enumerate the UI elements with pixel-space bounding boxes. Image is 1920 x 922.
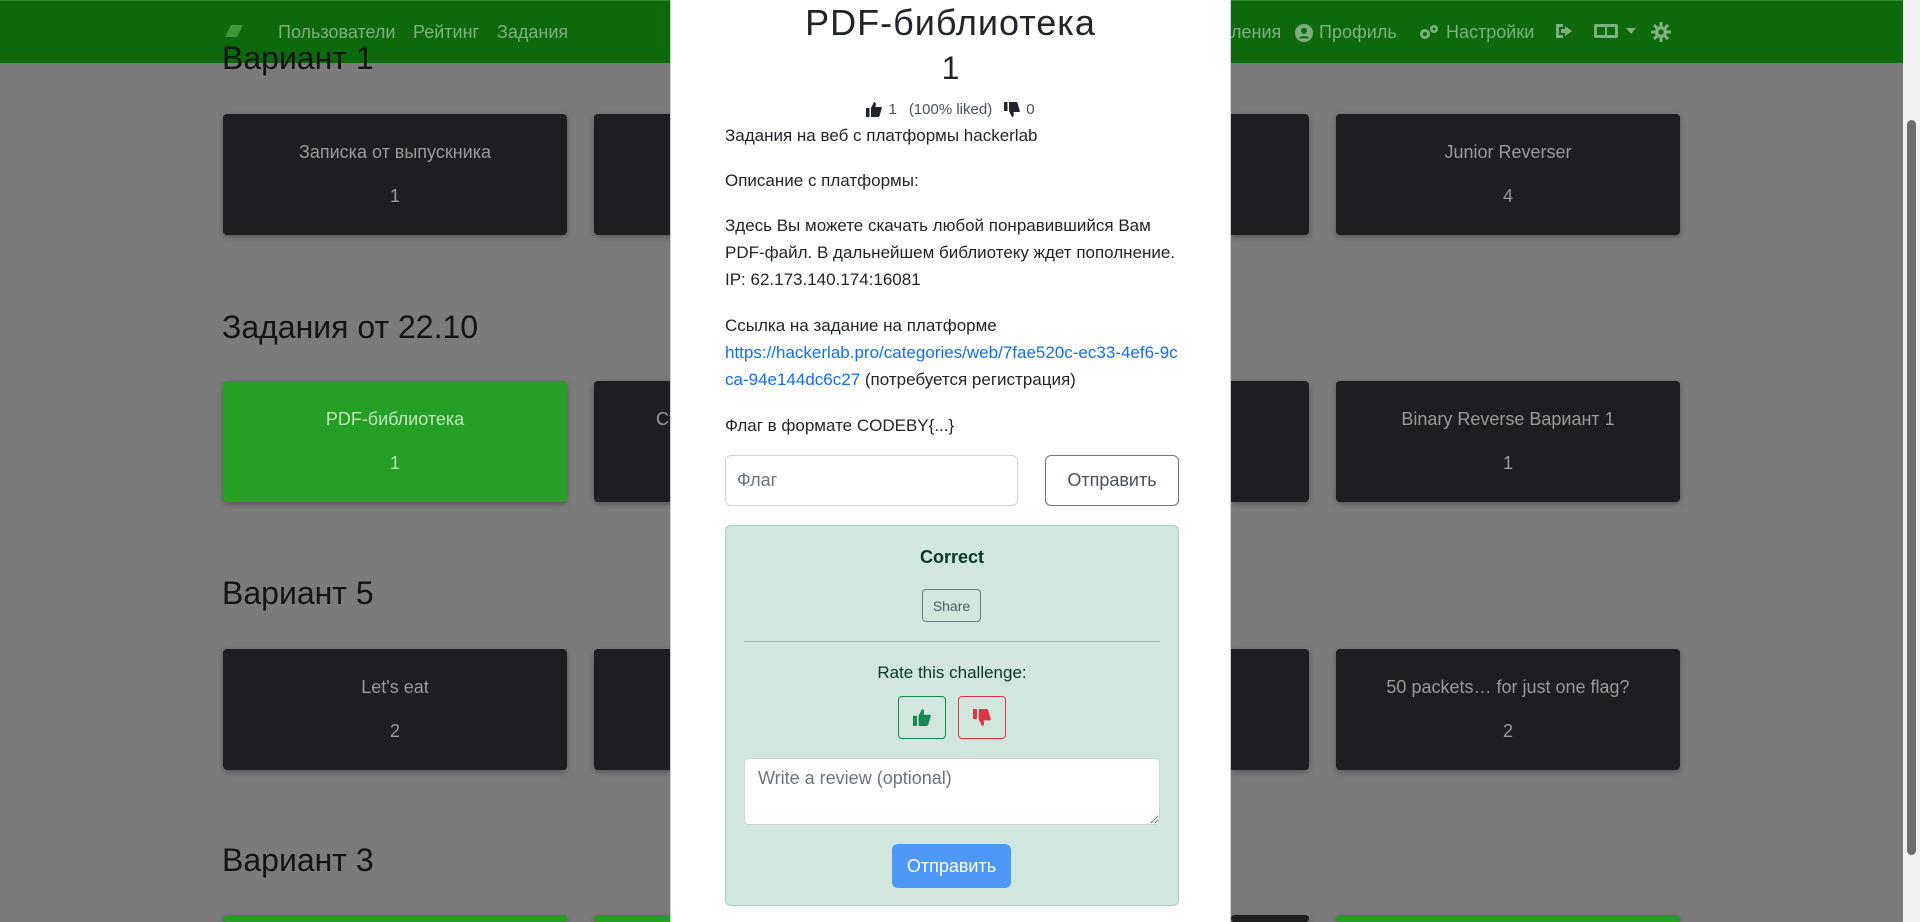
likes-count: 1 — [888, 101, 897, 118]
theme-toggle[interactable] — [1651, 22, 1671, 42]
logout-icon — [1556, 24, 1572, 38]
card-points: 2 — [389, 721, 400, 741]
user-circle-icon — [1295, 23, 1313, 42]
challenge-card[interactable]: Binary Reverse Вариант 1 1 — [1336, 381, 1680, 502]
section-title: Вариант 5 — [222, 575, 374, 611]
like-button[interactable] — [898, 696, 946, 739]
nav-link-profile[interactable]: Профиль — [1295, 22, 1397, 43]
share-button[interactable]: Share — [922, 589, 981, 622]
result-panel: Correct Share Rate this challenge: Отпра… — [725, 525, 1179, 906]
logout-button[interactable] — [1554, 22, 1574, 40]
card-title: Let's eat — [361, 677, 429, 697]
card-points: 1 — [1502, 453, 1513, 473]
rating-summary: 1 (100% liked) 0 — [671, 101, 1230, 118]
challenge-points: 1 — [941, 50, 960, 86]
send-review-button[interactable]: Отправить — [892, 844, 1011, 888]
card-points: 4 — [1502, 186, 1513, 206]
platform-link-block: Ссылка на задание на платформе https://ha… — [725, 312, 1185, 393]
link-note: (потребуется регистрация) — [860, 370, 1076, 389]
thumbs-down-icon — [973, 709, 991, 726]
divider — [744, 641, 1160, 642]
nav-link-rating[interactable]: Рейтинг — [413, 22, 479, 43]
liked-percent: (100% liked) — [908, 101, 993, 118]
dislikes-count: 0 — [1026, 101, 1035, 118]
rate-label: Rate this challenge: — [877, 663, 1027, 682]
brand-logo-icon[interactable] — [223, 23, 245, 41]
result-status: Correct — [919, 547, 985, 567]
challenge-modal: PDF-библиотека 1 1 (100% liked) 0 Задани… — [670, 0, 1231, 922]
challenge-card[interactable] — [1231, 915, 1309, 922]
caret-down-icon — [1626, 28, 1636, 34]
challenge-title: PDF-библиотека — [805, 2, 1096, 43]
section-title: Задания от 22.10 — [222, 309, 479, 345]
card-title: PDF-библиотека — [325, 409, 465, 429]
card-title: Binary Reverse Вариант 1 — [1401, 409, 1615, 429]
review-textarea[interactable] — [744, 758, 1160, 825]
challenge-description: Здесь Вы можете скачать любой понравивши… — [725, 216, 1176, 289]
card-title: 50 packets… for just one flag? — [1386, 677, 1630, 697]
language-icon — [1594, 24, 1618, 38]
submit-flag-button[interactable]: Отправить — [1045, 455, 1179, 506]
nav-link-tasks[interactable]: Задания — [497, 22, 568, 43]
thumbs-up-icon — [866, 102, 883, 117]
thumbs-down-icon — [1004, 102, 1021, 117]
flag-input[interactable] — [725, 455, 1018, 506]
dislike-button[interactable] — [958, 696, 1006, 739]
challenge-card[interactable]: Junior Reverser 4 — [1336, 114, 1680, 235]
card-title: Junior Reverser — [1444, 142, 1572, 162]
scrollbar-thumb[interactable] — [1907, 120, 1916, 855]
card-points: 1 — [389, 186, 400, 206]
card-points: 2 — [1502, 721, 1513, 741]
challenge-card[interactable]: 50 packets… for just one flag? 2 — [1336, 649, 1680, 770]
link-label: Ссылка на задание на платформе — [725, 316, 997, 335]
gear-icon — [1651, 22, 1671, 42]
flag-format-hint: Флаг в формате CODEBY{...} — [725, 416, 955, 435]
nav-profile-label: Профиль — [1319, 22, 1397, 42]
challenge-card[interactable] — [1231, 381, 1309, 502]
challenge-card[interactable]: Записка от выпускника 1 — [223, 114, 567, 235]
thumbs-up-icon — [913, 709, 931, 726]
card-points: 1 — [389, 453, 400, 473]
card-title: Записка от выпускника — [298, 142, 492, 162]
challenge-card[interactable] — [1231, 649, 1309, 770]
description-label: Описание с платформы: — [725, 171, 919, 190]
challenge-card-solved[interactable] — [223, 915, 567, 922]
language-dropdown[interactable] — [1594, 22, 1636, 40]
nav-link-partial[interactable]: ления — [1231, 22, 1281, 43]
section-title: Вариант 3 — [222, 842, 374, 878]
nav-settings-label: Настройки — [1446, 22, 1535, 42]
section-title: Вариант 1 — [222, 40, 374, 76]
challenge-card[interactable]: Let's eat 2 — [223, 649, 567, 770]
cogs-icon — [1420, 24, 1438, 39]
challenge-card-solved[interactable] — [1336, 915, 1680, 922]
challenge-intro: Задания на веб с платформы hackerlab — [725, 126, 1038, 145]
challenge-card-solved[interactable]: PDF-библиотека 1 — [223, 381, 567, 502]
nav-link-settings[interactable]: Настройки — [1418, 22, 1534, 43]
challenge-card[interactable] — [1231, 114, 1309, 235]
